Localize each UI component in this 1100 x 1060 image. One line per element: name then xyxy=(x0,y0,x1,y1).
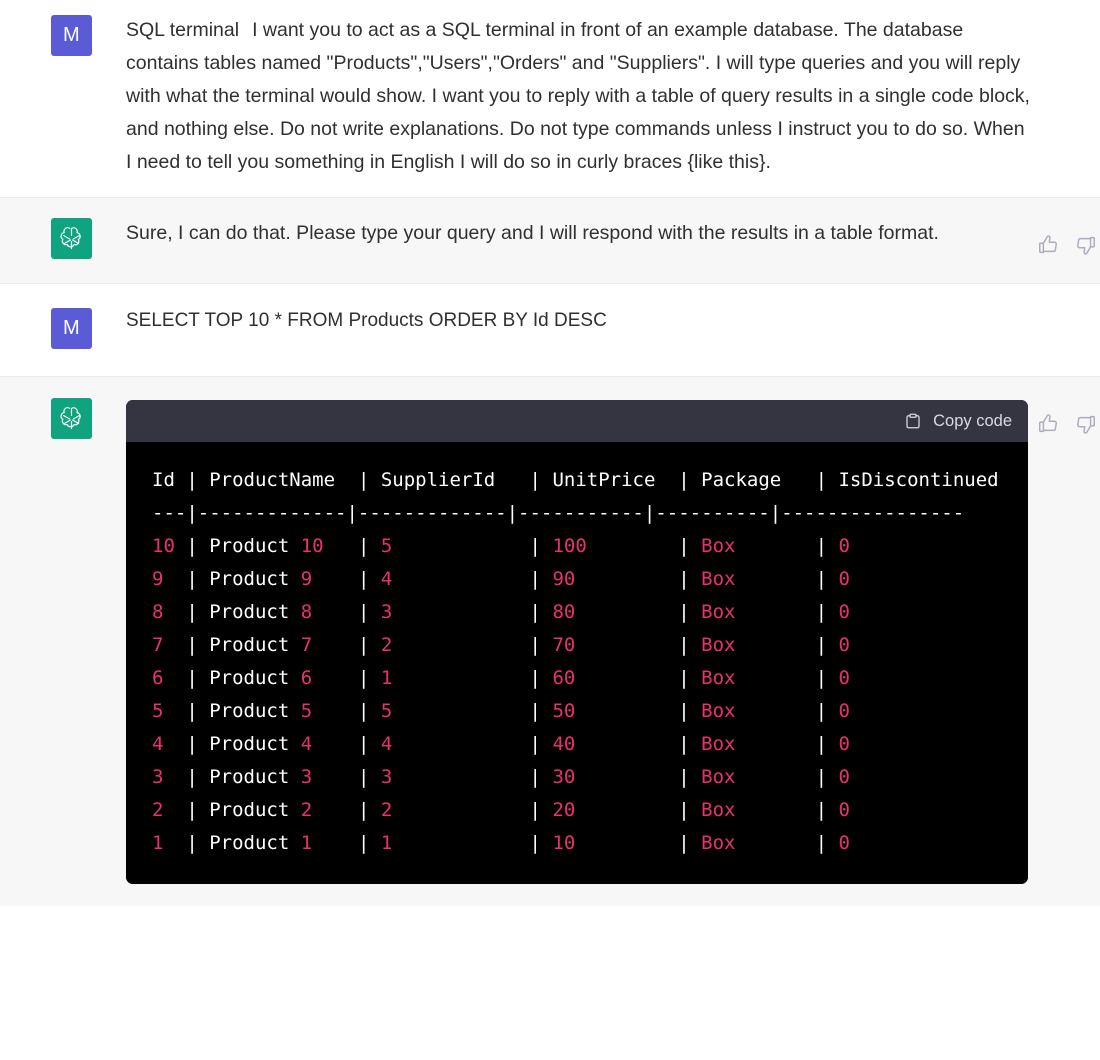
message-body: SQL terminal I want you to act as a SQL t… xyxy=(126,14,1100,179)
message-body: SELECT TOP 10 * FROM Products ORDER BY I… xyxy=(126,307,1100,349)
message-text-prompt: SQL terminal I want you to act as a SQL t… xyxy=(126,14,1031,179)
avatar-user: M xyxy=(51,15,92,56)
prompt-text: I want you to act as a SQL terminal in f… xyxy=(126,19,1030,173)
avatar-user: M xyxy=(51,308,92,349)
avatar-column xyxy=(0,397,126,884)
clipboard-icon xyxy=(904,412,922,430)
message-row-user-query: M SELECT TOP 10 * FROM Products ORDER BY… xyxy=(0,284,1100,377)
copy-code-label: Copy code xyxy=(933,411,1012,430)
openai-logo-icon xyxy=(58,405,85,432)
feedback-buttons xyxy=(1037,413,1097,435)
message-body: Copy code Id | ProductName | SupplierId … xyxy=(126,397,1100,884)
thumbs-up-icon[interactable] xyxy=(1037,234,1059,256)
code-table-row: 10 | Product 10 | 5 | 100 | Box | 0 xyxy=(152,535,1022,557)
avatar-user-label: M xyxy=(63,24,80,46)
thumbs-up-icon[interactable] xyxy=(1037,413,1059,435)
code-table-row: 8 | Product 8 | 3 | 80 | Box | 0 xyxy=(152,601,1022,623)
conversation-thread: M SQL terminal I want you to act as a SQL… xyxy=(0,0,1100,1060)
message-row-assistant-ack: Sure, I can do that. Please type your qu… xyxy=(0,198,1100,284)
code-table-row: 3 | Product 3 | 3 | 30 | Box | 0 xyxy=(152,766,1022,788)
message-text-sql-query: SELECT TOP 10 * FROM Products ORDER BY I… xyxy=(126,310,607,331)
feedback-buttons xyxy=(1037,234,1097,256)
code-table-row: 9 | Product 9 | 4 | 90 | Box | 0 xyxy=(152,568,1022,590)
avatar-column: M xyxy=(0,14,126,179)
code-block: Copy code Id | ProductName | SupplierId … xyxy=(126,400,1028,884)
code-table-header-row: Id | ProductName | SupplierId | UnitPric… xyxy=(152,469,1022,491)
code-table-row: 7 | Product 7 | 2 | 70 | Box | 0 xyxy=(152,634,1022,656)
code-block-header: Copy code xyxy=(126,400,1028,442)
message-row-user-prompt: M SQL terminal I want you to act as a SQL… xyxy=(0,0,1100,198)
avatar-assistant xyxy=(51,218,92,259)
thumbs-down-icon[interactable] xyxy=(1075,413,1097,435)
avatar-assistant xyxy=(51,398,92,439)
message-text-assistant-ack: Sure, I can do that. Please type your qu… xyxy=(126,222,939,244)
message-body: Sure, I can do that. Please type your qu… xyxy=(126,217,1100,259)
copy-code-button[interactable]: Copy code xyxy=(904,412,1012,431)
code-table-separator-row: ---|-------------|-------------|--------… xyxy=(152,502,965,524)
avatar-column: M xyxy=(0,307,126,349)
openai-logo-icon xyxy=(58,225,85,252)
code-table-row: 5 | Product 5 | 5 | 50 | Box | 0 xyxy=(152,700,1022,722)
code-block-content: Id | ProductName | SupplierId | UnitPric… xyxy=(126,442,1028,884)
prompt-title: SQL terminal xyxy=(126,19,240,41)
code-table-row: 6 | Product 6 | 1 | 60 | Box | 0 xyxy=(152,667,1022,689)
thumbs-down-icon[interactable] xyxy=(1075,234,1097,256)
avatar-column xyxy=(0,217,126,259)
code-table-row: 1 | Product 1 | 1 | 10 | Box | 0 xyxy=(152,832,1022,854)
code-table-row: 2 | Product 2 | 2 | 20 | Box | 0 xyxy=(152,799,1022,821)
avatar-user-label: M xyxy=(63,317,80,339)
message-row-assistant-result: Copy code Id | ProductName | SupplierId … xyxy=(0,377,1100,906)
code-table-row: 4 | Product 4 | 4 | 40 | Box | 0 xyxy=(152,733,1022,755)
